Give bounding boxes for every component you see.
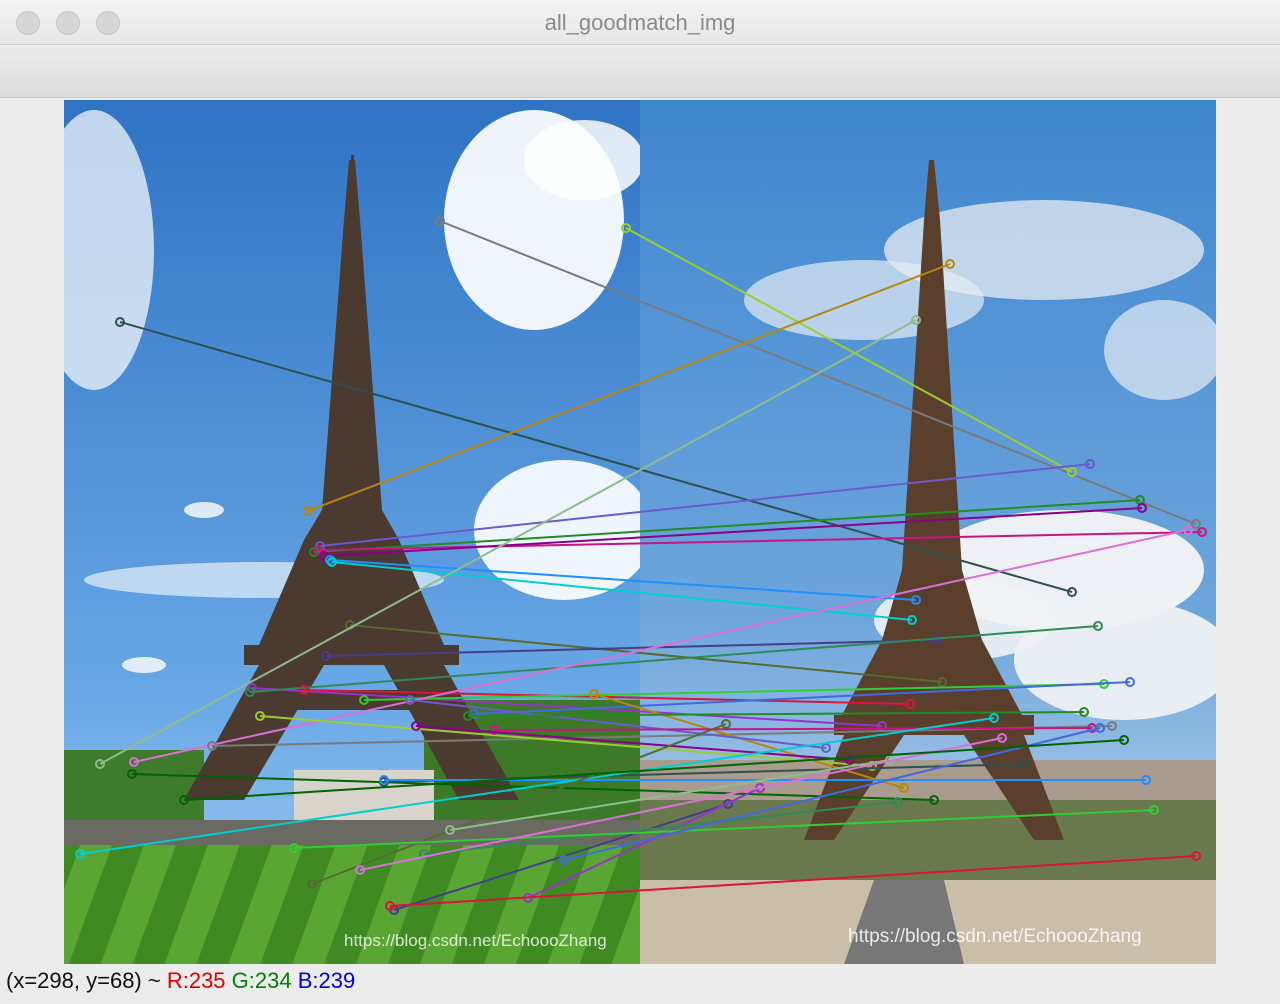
pixel-green-value: G:234 (231, 968, 292, 993)
title-bar: all_goodmatch_img (0, 0, 1280, 45)
status-bar: (x=298, y=68) ~ R:235 G:234 B:239 (6, 968, 355, 994)
watermark-left: https://blog.csdn.net/EchoooZhang (344, 931, 607, 950)
cursor-coords: (x=298, y=68) ~ (6, 968, 167, 993)
watermark-right: https://blog.csdn.net/EchoooZhang (848, 926, 1142, 947)
match-image-canvas[interactable]: https://blog.csdn.net/EchoooZhang https:… (64, 100, 1216, 964)
toolbar (0, 45, 1280, 98)
pixel-red-value: R:235 (166, 968, 226, 993)
pixel-blue-value: B:239 (297, 968, 356, 993)
window-title: all_goodmatch_img (544, 10, 736, 35)
left-image: https://blog.csdn.net/EchoooZhang (64, 100, 654, 964)
